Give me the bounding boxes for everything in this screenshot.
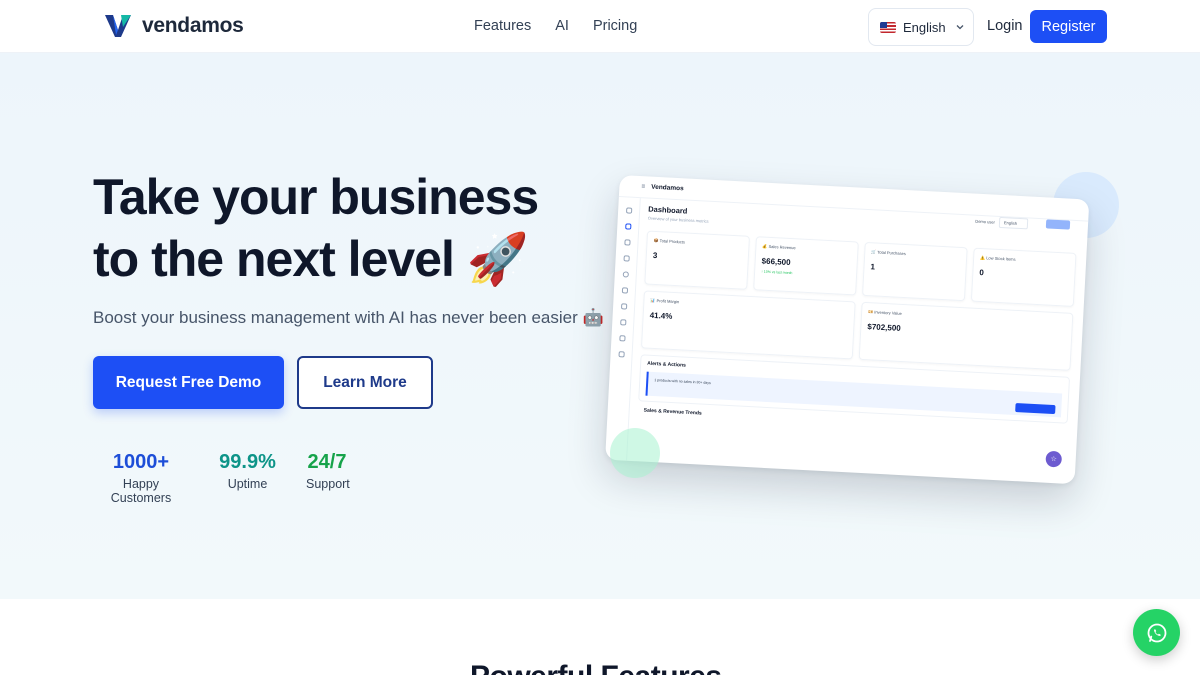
metric-value: 0 — [979, 267, 985, 278]
chart-icon — [624, 239, 631, 246]
language-label: English — [903, 19, 946, 35]
nav-ai[interactable]: AI — [555, 18, 569, 34]
stat-uptime: 99.9% Uptime — [189, 451, 306, 505]
language-selector[interactable]: English — [868, 8, 974, 46]
metric-value: $66,500 — [761, 256, 791, 268]
stat-value: 1000+ — [112, 451, 170, 473]
metric-card: 💴 Inventory Value $702,500 — [858, 301, 1074, 371]
logo-mark-icon — [105, 15, 131, 37]
metric-trend: ↑ 10% vs last month — [761, 269, 793, 276]
learn-more-button[interactable]: Learn More — [297, 356, 433, 409]
box-icon — [620, 303, 628, 310]
mockup-app-name: Vendamos — [651, 183, 684, 193]
metric-card: 💰 Sales Revenue $66,500 ↑ 10% vs last mo… — [753, 236, 859, 296]
metric-label: Profit Margin — [656, 298, 680, 305]
site-header: vendamos Features AI Pricing English Log… — [0, 0, 1200, 53]
mockup-window: ≡ Vendamos Demo user English Dashboard O… — [605, 175, 1090, 485]
decorative-bubble — [610, 428, 660, 478]
metric-value: 1 — [870, 262, 876, 272]
whatsapp-icon — [1147, 623, 1166, 642]
us-flag-icon — [880, 21, 896, 33]
building-icon — [620, 319, 627, 326]
features-section-title: Powerful Features — [470, 660, 722, 675]
register-button[interactable]: Register — [1030, 10, 1107, 43]
mockup-logout-button — [1045, 219, 1071, 230]
clock-icon — [622, 271, 629, 278]
stats-row: 1000+ Happy Customers 99.9% Uptime 24/7 … — [93, 451, 350, 505]
whatsapp-chat-button[interactable] — [1133, 609, 1180, 656]
stat-value: 99.9% — [219, 451, 276, 473]
dashboard-mockup: ≡ Vendamos Demo user English Dashboard O… — [605, 175, 1090, 485]
alert-action-button — [1015, 403, 1056, 415]
metric-card: 📦 Total Products 3 — [644, 230, 750, 290]
money-icon: 💴 — [868, 309, 874, 315]
chevron-down-icon — [956, 25, 964, 30]
trash-icon — [618, 351, 625, 358]
metric-label: Total Products — [659, 238, 686, 245]
mockup-main: Demo user English Dashboard Overview of … — [638, 205, 1078, 436]
mockup-user-label: Demo user — [975, 218, 996, 225]
metric-label: Total Purchases — [877, 249, 906, 257]
hero-subtitle: Boost your business management with AI h… — [93, 308, 604, 327]
warning-icon: ⚠️ — [980, 254, 986, 261]
stat-label: Uptime — [227, 477, 268, 491]
box-icon: 📦 — [653, 237, 659, 244]
stat-customers: 1000+ Happy Customers — [93, 451, 189, 505]
users-icon — [621, 287, 629, 294]
metric-card: 📊 Profit Margin 41.4% — [640, 290, 856, 360]
mockup-lang-select: English — [998, 216, 1029, 230]
sidebar-icon — [626, 207, 633, 214]
nav-pricing[interactable]: Pricing — [593, 18, 637, 34]
request-demo-button[interactable]: Request Free Demo — [93, 356, 284, 409]
metric-card: ⚠️ Low Stock Items 0 — [970, 247, 1077, 307]
bag-icon — [623, 255, 630, 262]
brand-name: vendamos — [142, 14, 244, 37]
stat-label: Happy Customers — [110, 477, 172, 505]
hero-title-line-2: to the next level 🚀 — [93, 231, 529, 287]
stat-support: 24/7 Support — [306, 451, 350, 505]
main-nav: Features AI Pricing — [474, 18, 637, 34]
home-icon — [625, 223, 632, 230]
metric-value: 41.4% — [649, 310, 673, 321]
star-icon: ☆ — [1045, 450, 1063, 468]
metric-value: $702,500 — [867, 322, 901, 333]
hero-title: Take your business to the next level 🚀 — [93, 166, 613, 290]
brand-logo[interactable]: vendamos — [104, 13, 244, 39]
hero-title-line-1: Take your business — [93, 169, 539, 225]
money-bag-icon: 💰 — [762, 243, 768, 249]
login-link[interactable]: Login — [987, 18, 1022, 34]
team-icon — [619, 335, 626, 342]
metric-label: Inventory Value — [874, 309, 902, 316]
metric-card: 🛒 Total Purchases 1 — [862, 241, 968, 302]
metric-label: Low Stock Items — [986, 255, 1016, 262]
alert-text: 1 products with no sales in 30+ days — [654, 378, 711, 386]
metric-value: 3 — [652, 250, 658, 261]
stat-label: Support — [306, 477, 350, 491]
metric-label: Sales Revenue — [768, 243, 796, 251]
stat-value: 24/7 — [307, 451, 347, 473]
cart-icon: 🛒 — [871, 249, 877, 255]
nav-features[interactable]: Features — [474, 18, 531, 34]
menu-icon: ≡ — [641, 183, 646, 191]
bar-chart-icon: 📊 — [650, 297, 656, 304]
